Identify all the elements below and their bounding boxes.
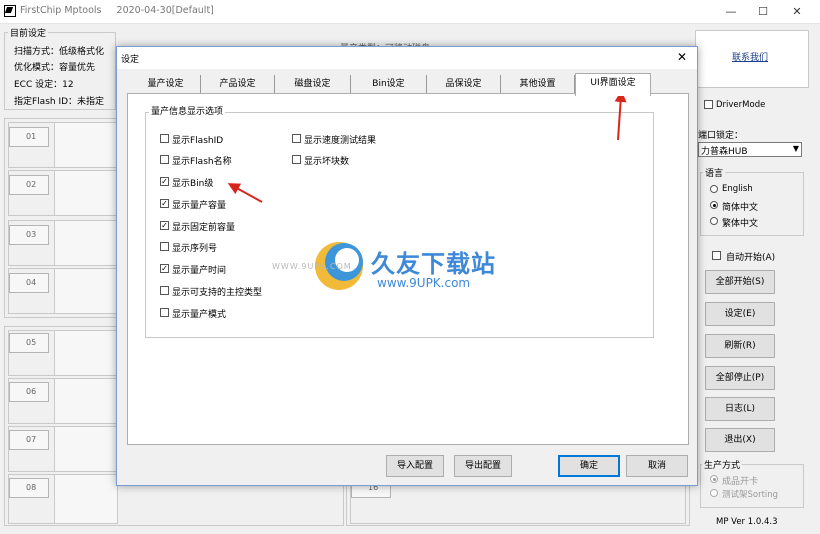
tab-ui-settings[interactable]: UI界面设定: [575, 73, 651, 96]
annotation-arrows: [227, 90, 627, 203]
arrow-to-bin-option: [227, 183, 263, 203]
arrow-to-ui-tab: [614, 90, 627, 141]
